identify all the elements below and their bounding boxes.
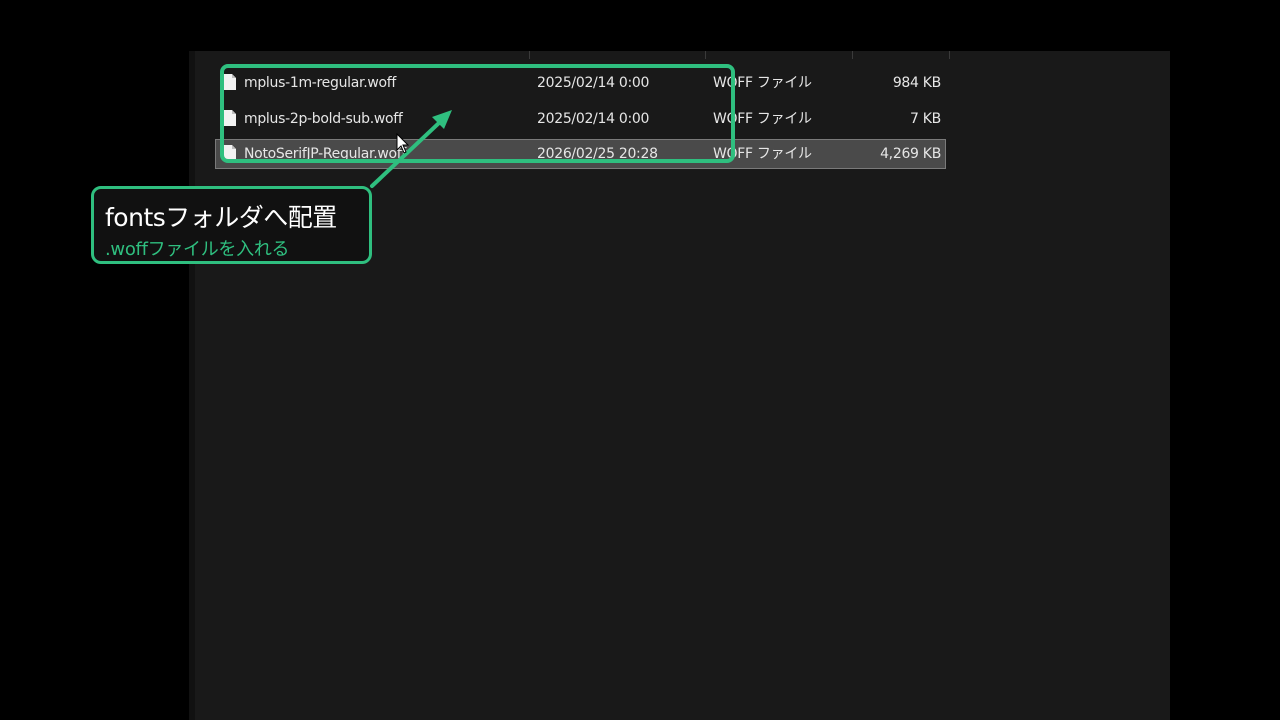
file-size: 7 KB	[910, 111, 941, 127]
callout-title: fontsフォルダへ配置	[105, 203, 337, 232]
file-size: 984 KB	[892, 75, 941, 91]
callout-subtitle: .woffファイルを入れる	[105, 239, 290, 260]
screen: mplus-1m-regular.woff 2025/02/14 0:00 WO…	[0, 0, 1280, 720]
explorer-left-edge	[189, 51, 195, 720]
callout-box: fontsフォルダへ配置 .woffファイルを入れる	[91, 186, 372, 264]
mouse-cursor-icon	[396, 133, 410, 154]
column-divider-end[interactable]	[949, 51, 950, 59]
column-divider-type[interactable]	[705, 51, 706, 59]
column-divider-size[interactable]	[852, 51, 853, 59]
column-divider-date[interactable]	[529, 51, 530, 59]
file-size: 4,269 KB	[880, 146, 941, 162]
highlight-box	[220, 64, 735, 163]
